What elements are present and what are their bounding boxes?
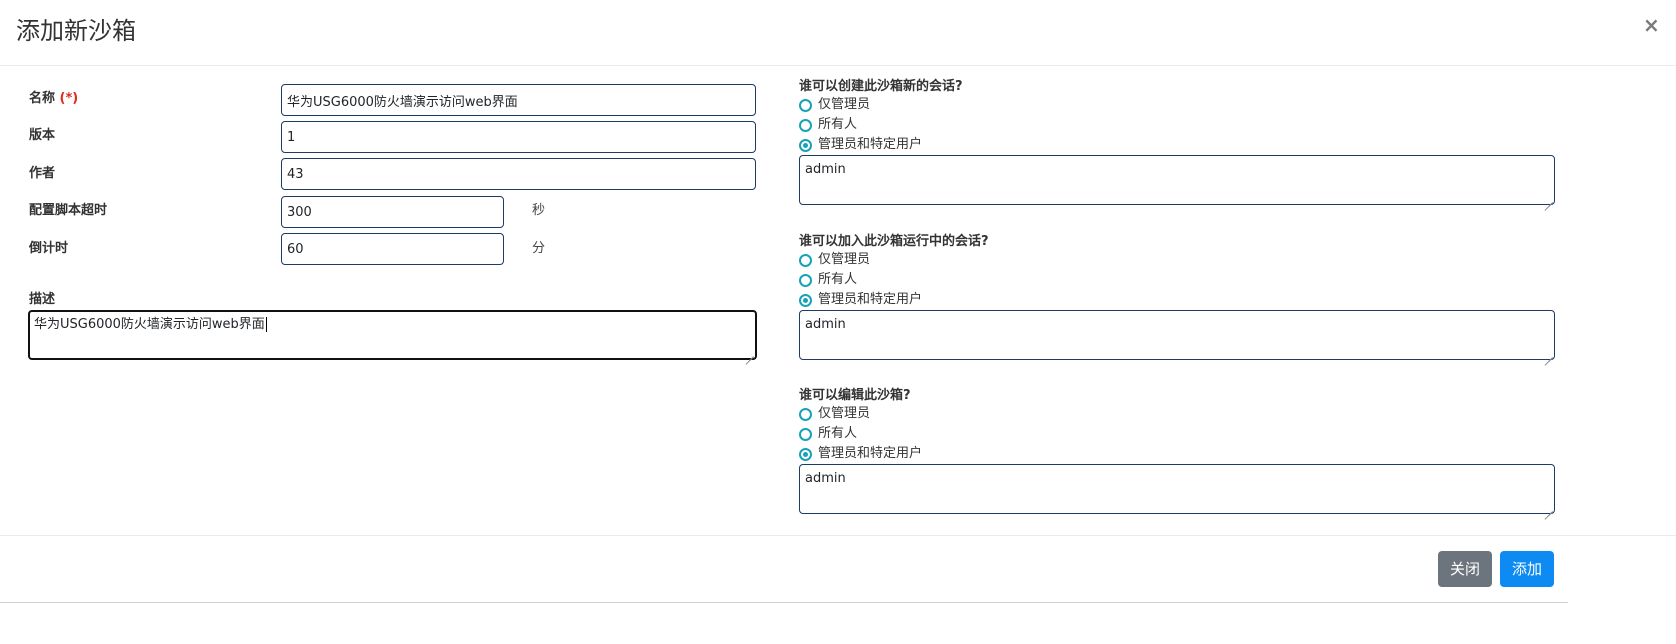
radio-icon[interactable]: [799, 447, 812, 461]
radio-icon[interactable]: [799, 293, 812, 307]
author-label: 作者: [29, 166, 56, 181]
radio-icon[interactable]: [799, 138, 812, 152]
version-input[interactable]: [281, 121, 756, 153]
modal-title: 添加新沙箱: [16, 17, 136, 45]
description-textarea[interactable]: 华为USG6000防火墙演示访问web界面: [28, 310, 757, 360]
users-textarea-create-session[interactable]: admin: [799, 155, 1555, 205]
add-sandbox-modal: 添加新沙箱 × 名称 (*) 版本 作者 配置脚本超时 秒 倒计时 分 描述 华…: [0, 0, 1676, 644]
radio-label: 仅管理员: [818, 97, 871, 112]
author-input[interactable]: [281, 158, 756, 190]
radio-icon[interactable]: [799, 427, 812, 441]
required-mark: (*): [59, 91, 79, 106]
text-caret: [265, 317, 267, 332]
minutes-unit: 分: [532, 241, 546, 256]
users-text: admin: [805, 471, 846, 486]
radio-option-join-session-0[interactable]: 仅管理员: [799, 251, 870, 269]
users-textarea-edit-sandbox[interactable]: admin: [799, 464, 1555, 514]
countdown-label: 倒计时: [29, 241, 69, 256]
close-icon[interactable]: ×: [1643, 14, 1660, 36]
radio-label: 管理员和特定用户: [818, 137, 923, 152]
radio-label: 所有人: [818, 272, 858, 287]
radio-label: 所有人: [818, 117, 858, 132]
modal-bottom-border: [0, 602, 1568, 603]
script-timeout-input[interactable]: [281, 196, 504, 228]
radio-option-create-session-2[interactable]: 管理员和特定用户: [799, 136, 922, 154]
radio-option-create-session-0[interactable]: 仅管理员: [799, 96, 870, 114]
name-label-text: 名称: [29, 91, 56, 106]
radio-icon[interactable]: [799, 273, 812, 287]
radio-option-create-session-1[interactable]: 所有人: [799, 116, 857, 134]
radio-label: 管理员和特定用户: [818, 292, 923, 307]
script-timeout-label: 配置脚本超时: [29, 203, 108, 218]
radio-icon[interactable]: [799, 253, 812, 267]
modal-header: 添加新沙箱 ×: [0, 0, 1676, 66]
version-label: 版本: [29, 128, 56, 143]
add-button[interactable]: 添加: [1500, 551, 1554, 587]
radio-icon[interactable]: [799, 407, 812, 421]
permission-title-create-session: 谁可以创建此沙箱新的会话?: [799, 79, 963, 94]
radio-label: 所有人: [818, 426, 858, 441]
name-input[interactable]: [281, 84, 756, 116]
resize-grip-icon[interactable]: [1544, 194, 1553, 203]
radio-icon[interactable]: [799, 118, 812, 132]
radio-label: 仅管理员: [818, 252, 871, 267]
seconds-unit: 秒: [532, 203, 546, 218]
close-button[interactable]: 关闭: [1438, 551, 1492, 587]
name-label: 名称 (*): [29, 90, 78, 108]
radio-label: 仅管理员: [818, 406, 871, 421]
radio-option-join-session-2[interactable]: 管理员和特定用户: [799, 291, 922, 309]
radio-icon[interactable]: [799, 98, 812, 112]
permission-title-join-session: 谁可以加入此沙箱运行中的会话?: [799, 234, 989, 249]
radio-option-edit-sandbox-0[interactable]: 仅管理员: [799, 405, 870, 423]
radio-option-edit-sandbox-2[interactable]: 管理员和特定用户: [799, 445, 922, 463]
resize-grip-icon[interactable]: [1544, 503, 1553, 512]
resize-grip-icon[interactable]: [745, 348, 754, 357]
description-label: 描述: [29, 292, 56, 307]
permission-title-edit-sandbox: 谁可以编辑此沙箱?: [799, 388, 911, 403]
users-text: admin: [805, 317, 846, 332]
radio-option-join-session-1[interactable]: 所有人: [799, 271, 857, 289]
modal-footer: 关闭 添加: [0, 535, 1676, 603]
countdown-input[interactable]: [281, 233, 504, 265]
radio-label: 管理员和特定用户: [818, 446, 923, 461]
resize-grip-icon[interactable]: [1544, 349, 1553, 358]
users-text: admin: [805, 162, 846, 177]
radio-option-edit-sandbox-1[interactable]: 所有人: [799, 425, 857, 443]
users-textarea-join-session[interactable]: admin: [799, 310, 1555, 360]
description-text: 华为USG6000防火墙演示访问web界面: [34, 317, 265, 332]
